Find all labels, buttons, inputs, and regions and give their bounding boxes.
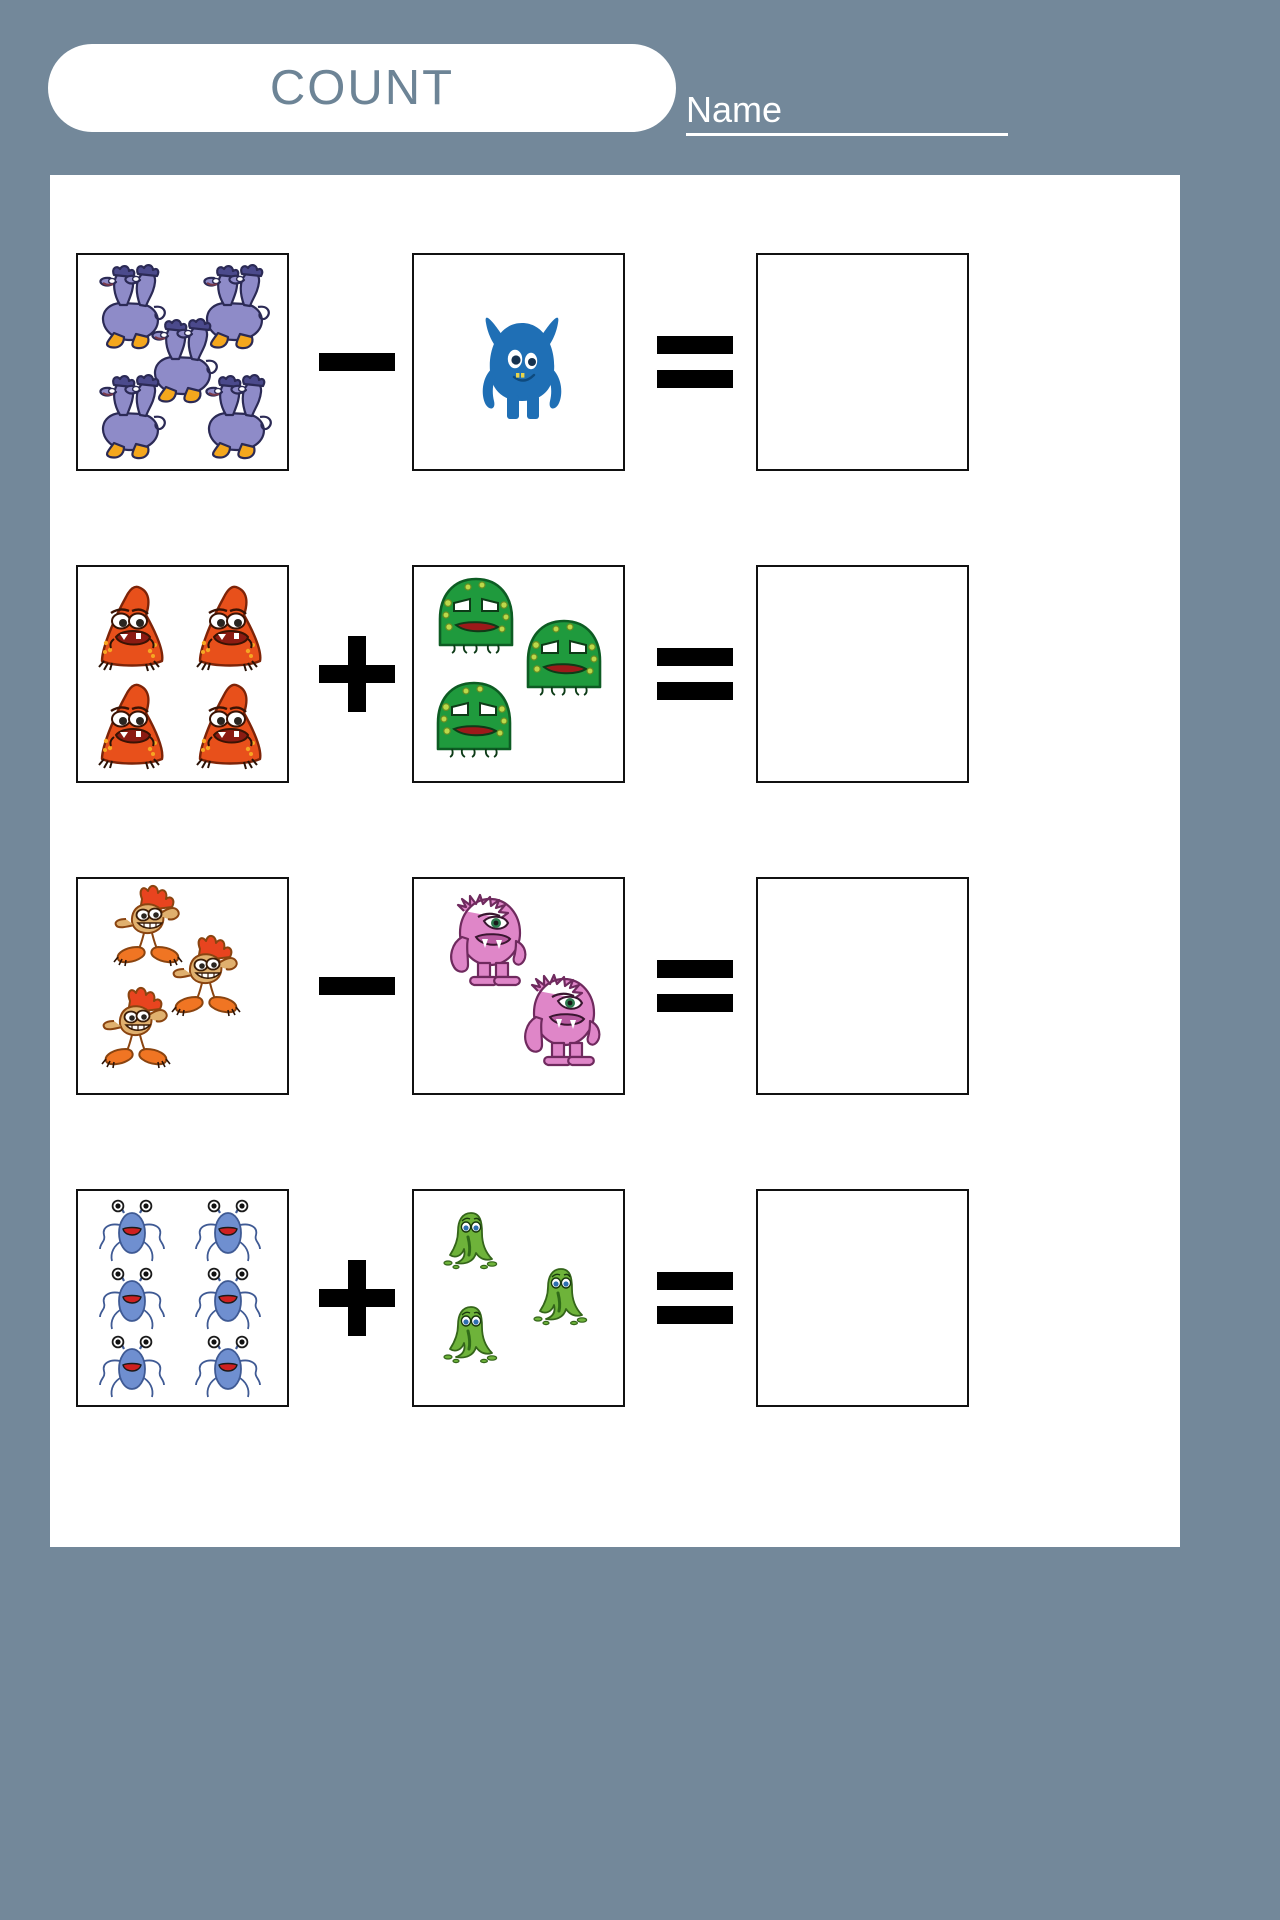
problem-row-1 bbox=[50, 253, 1180, 471]
row-1-left-box bbox=[76, 253, 289, 471]
row-2-operator-equals bbox=[650, 565, 740, 783]
row-3-left-box bbox=[76, 877, 289, 1095]
equals-icon bbox=[657, 636, 733, 712]
purple-dragon-icon bbox=[90, 373, 168, 461]
red-teardrop-monster-icon bbox=[92, 581, 172, 673]
green-slime-monster-icon bbox=[530, 1265, 592, 1327]
red-teardrop-monster-icon bbox=[190, 679, 270, 771]
green-blob-monster-icon bbox=[428, 677, 520, 761]
row-2-left-box bbox=[76, 565, 289, 783]
row-1-operator-minus bbox=[312, 253, 402, 471]
row-4-answer-box[interactable] bbox=[756, 1189, 969, 1407]
row-1-operator-equals bbox=[650, 253, 740, 471]
green-slime-monster-icon bbox=[440, 1209, 502, 1271]
row-2-right-box bbox=[412, 565, 625, 783]
equals-icon bbox=[657, 948, 733, 1024]
problem-row-3 bbox=[50, 877, 1180, 1095]
red-teardrop-monster-icon bbox=[92, 679, 172, 771]
blue-bug-monster-icon bbox=[94, 1267, 170, 1337]
plus-icon bbox=[319, 636, 395, 712]
blue-horned-monster-icon bbox=[472, 305, 572, 423]
row-1-right-box bbox=[412, 253, 625, 471]
blue-bug-monster-icon bbox=[190, 1335, 266, 1405]
row-3-right-box bbox=[412, 877, 625, 1095]
row-3-operator-minus bbox=[312, 877, 402, 1095]
minus-icon bbox=[319, 324, 395, 400]
name-field-label-wrap: Name bbox=[686, 92, 1010, 134]
green-blob-monster-icon bbox=[518, 615, 610, 699]
page-title: COUNT bbox=[269, 61, 455, 115]
row-4-left-box bbox=[76, 1189, 289, 1407]
pink-furry-monster-icon bbox=[518, 971, 610, 1075]
blue-bug-monster-icon bbox=[190, 1199, 266, 1269]
row-4-operator-plus bbox=[312, 1189, 402, 1407]
minus-icon bbox=[319, 948, 395, 1024]
plus-icon bbox=[319, 1260, 395, 1336]
row-2-operator-plus bbox=[312, 565, 402, 783]
problem-row-4 bbox=[50, 1189, 1180, 1407]
flame-hair-creature-icon bbox=[96, 987, 200, 1073]
title-pill: COUNT bbox=[48, 44, 676, 132]
row-3-operator-equals bbox=[650, 877, 740, 1095]
row-4-right-box bbox=[412, 1189, 625, 1407]
name-input-line[interactable] bbox=[686, 133, 1008, 136]
row-2-answer-box[interactable] bbox=[756, 565, 969, 783]
green-slime-monster-icon bbox=[440, 1303, 502, 1365]
row-4-operator-equals bbox=[650, 1189, 740, 1407]
worksheet-sheet bbox=[50, 175, 1180, 1547]
name-label: Name bbox=[686, 89, 783, 130]
row-1-answer-box[interactable] bbox=[756, 253, 969, 471]
red-teardrop-monster-icon bbox=[190, 581, 270, 673]
row-3-answer-box[interactable] bbox=[756, 877, 969, 1095]
blue-bug-monster-icon bbox=[190, 1267, 266, 1337]
blue-bug-monster-icon bbox=[94, 1199, 170, 1269]
equals-icon bbox=[657, 324, 733, 400]
equals-icon bbox=[657, 1260, 733, 1336]
problem-row-2 bbox=[50, 565, 1180, 783]
purple-dragon-icon bbox=[196, 373, 274, 461]
green-blob-monster-icon bbox=[430, 573, 522, 657]
worksheet-page: COUNT Name bbox=[0, 0, 1280, 1920]
blue-bug-monster-icon bbox=[94, 1335, 170, 1405]
